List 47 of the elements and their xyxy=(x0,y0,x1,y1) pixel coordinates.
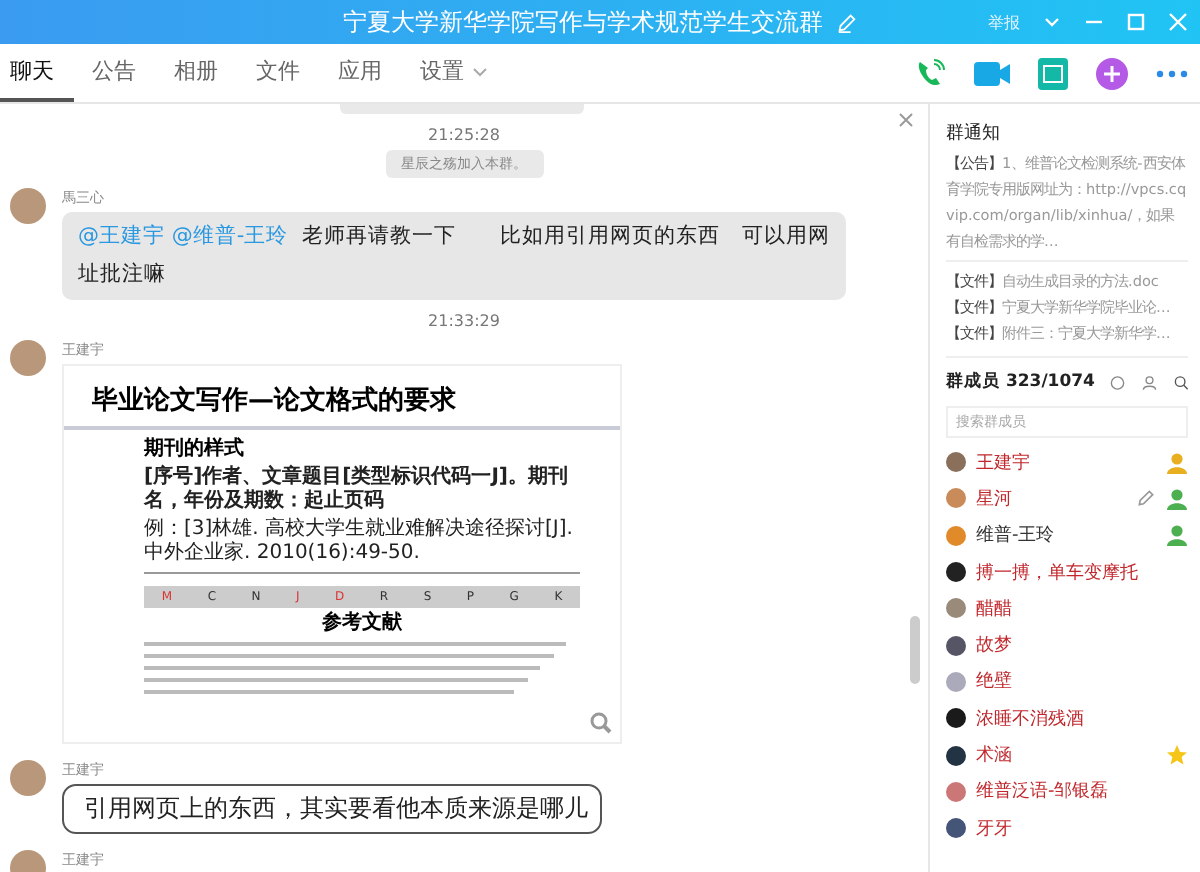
message-bubble: @王建宇 @维普-王玲 老师再请教一下 比如用引用网页的东西 可以用网址批注嘛 xyxy=(62,212,846,300)
classroom-icon[interactable] xyxy=(1038,57,1068,89)
panel-title: 群通知 xyxy=(946,121,1002,146)
more-icon[interactable] xyxy=(1156,69,1188,77)
avatar[interactable] xyxy=(946,635,966,656)
member-count: 群成员 323/1074 xyxy=(946,370,1095,394)
phone-icon[interactable] xyxy=(914,57,946,89)
window-title: 宁夏大学新华学院写作与学术规范学生交流群 xyxy=(343,5,823,39)
member-name[interactable]: 维普-王玲 xyxy=(976,522,1055,549)
member-name[interactable]: 术涵 xyxy=(976,742,1012,769)
tab[interactable]: 公告 xyxy=(82,44,156,102)
timestamp: 21:33:29 xyxy=(428,312,500,330)
member-name[interactable]: 星河 xyxy=(976,485,1012,512)
slide-text: [序号]作者、文章题目[类型标识代码一J]。期刊名，年份及期数：起止页码 xyxy=(144,466,571,514)
tab[interactable]: 设置 xyxy=(410,44,508,102)
member-name[interactable]: 牙牙 xyxy=(976,815,1012,842)
chevron-down-icon[interactable] xyxy=(1042,12,1062,32)
member-name[interactable]: 浓睡不消残酒 xyxy=(976,705,1084,732)
pencil-icon[interactable] xyxy=(1136,488,1156,509)
person-icon[interactable] xyxy=(1141,371,1157,393)
scrollbar-thumb[interactable] xyxy=(910,616,920,684)
avatar[interactable] xyxy=(946,818,966,839)
maximize-icon[interactable] xyxy=(1126,12,1146,32)
member-name[interactable]: 故梦 xyxy=(976,632,1012,659)
slide-text: 例：[3]林雄. 高校大学生就业难解决途径探讨[J]. 中外企业家. 2010(16):49-50. xyxy=(144,518,575,566)
member-name[interactable]: 王建宇 xyxy=(976,449,1030,476)
tab[interactable]: 聊天 xyxy=(0,44,74,102)
tab[interactable]: 应用 xyxy=(328,44,402,102)
avatar[interactable] xyxy=(946,745,966,766)
tab[interactable]: 文件 xyxy=(246,44,320,102)
tab[interactable]: 相册 xyxy=(164,44,238,102)
message-bubble: 引用网页上的东西，其实要看他本质来源是哪儿 xyxy=(62,784,602,834)
slide-text: 期刊的样式 xyxy=(144,436,246,462)
add-circle-icon[interactable] xyxy=(1096,57,1128,89)
search-icon[interactable] xyxy=(1173,371,1189,393)
member-name[interactable]: 维普泛语-邹银磊 xyxy=(976,778,1109,805)
close-icon[interactable] xyxy=(898,112,914,128)
avatar[interactable] xyxy=(946,708,966,729)
avatar[interactable] xyxy=(946,562,966,583)
slide-heading: 参考文献 xyxy=(320,612,404,636)
video-call-icon[interactable] xyxy=(974,59,1010,87)
member-name[interactable]: 绝壁 xyxy=(976,668,1012,695)
slide-title: 毕业论文写作—论文格式的要求 xyxy=(90,383,458,420)
member-name[interactable]: 搏一搏，单车变摩托 xyxy=(976,559,1138,586)
member-name[interactable]: 醋醋 xyxy=(976,595,1012,622)
timestamp: 21:25:28 xyxy=(428,126,500,144)
zoom-icon[interactable] xyxy=(590,712,612,734)
